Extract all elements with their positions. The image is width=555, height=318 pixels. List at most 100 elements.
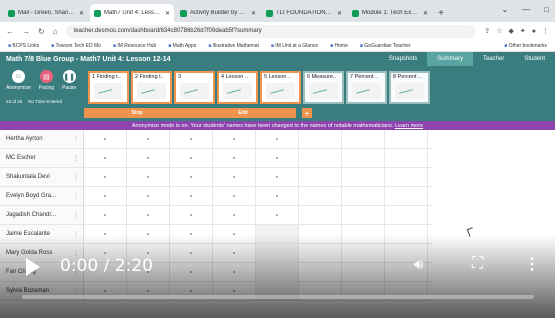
home-icon[interactable]: ⌂ [53, 27, 58, 36]
bookmark-item[interactable]: Illustrative Mathemat [208, 43, 259, 49]
video-progress-bar[interactable] [22, 295, 534, 299]
close-icon[interactable]: ✕ [165, 10, 170, 17]
progress-cell[interactable] [385, 168, 428, 186]
puzzle-icon[interactable]: ✦ [520, 27, 526, 35]
tab-teacher[interactable]: Teacher [473, 52, 514, 66]
minimize-icon[interactable]: — [522, 5, 530, 14]
progress-cell[interactable] [299, 206, 342, 224]
extension-icon[interactable]: ◆ [509, 27, 514, 35]
screen-card[interactable]: 1 Finding t.. [88, 71, 129, 104]
progress-cell[interactable] [213, 187, 256, 205]
progress-cell[interactable] [256, 149, 299, 167]
progress-cell[interactable] [170, 149, 213, 167]
progress-cell[interactable] [342, 187, 385, 205]
progress-cell[interactable] [342, 206, 385, 224]
bookmark-item[interactable]: Home [330, 43, 348, 49]
close-icon[interactable]: ✕ [423, 10, 428, 17]
back-icon[interactable]: ← [6, 27, 14, 36]
progress-cell[interactable] [170, 130, 213, 148]
progress-cell[interactable] [256, 187, 299, 205]
progress-cell[interactable] [127, 168, 170, 186]
bookmark-item[interactable]: Towson Tech ED Mo [51, 43, 100, 49]
progress-cell[interactable] [342, 149, 385, 167]
progress-cell[interactable] [385, 206, 428, 224]
screen-card[interactable]: 4 Lesson .. [217, 71, 258, 104]
progress-cell[interactable] [127, 130, 170, 148]
progress-cell[interactable] [213, 168, 256, 186]
screen-card[interactable]: 8 Percent .. [389, 71, 430, 104]
progress-cell[interactable] [213, 206, 256, 224]
learn-more-link[interactable]: Learn more [395, 123, 423, 129]
bookmark-item[interactable]: IM Unit at a Glance [271, 43, 318, 49]
tab-snapshots[interactable]: Snapshots [379, 52, 427, 66]
browser-tab[interactable]: Mail - Green, Shantel M ✕ [4, 4, 88, 22]
other-bookmarks[interactable]: Other bookmarks [504, 43, 547, 49]
bookmark-item[interactable]: GoGuardian Teacher [360, 43, 410, 49]
progress-cell[interactable] [84, 149, 127, 167]
progress-cell[interactable] [213, 130, 256, 148]
progress-cell[interactable] [299, 130, 342, 148]
browser-tab[interactable]: Activity Builder by Desm✕ [176, 4, 260, 22]
progress-cell[interactable] [385, 130, 428, 148]
progress-cell[interactable] [342, 130, 385, 148]
bookmark-item[interactable]: BCPS Links [8, 43, 39, 49]
forward-icon[interactable]: → [22, 27, 30, 36]
progress-cell[interactable] [127, 206, 170, 224]
progress-cell[interactable] [385, 187, 428, 205]
row-menu-icon[interactable]: ⋮ [73, 193, 79, 200]
progress-cell[interactable] [299, 149, 342, 167]
tab-summary[interactable]: Summary [427, 52, 473, 66]
pause-button[interactable]: ❚❚ Pause [62, 70, 76, 91]
row-menu-icon[interactable]: ⋮ [73, 174, 79, 181]
stop-button[interactable]: Stop [84, 110, 190, 116]
screen-card[interactable]: 5 Lesson .. [260, 71, 301, 104]
progress-cell[interactable] [170, 187, 213, 205]
browser-tab-active[interactable]: Math7 Unit 4: Lesson 12-✕ [90, 4, 174, 22]
progress-cell[interactable] [256, 130, 299, 148]
screen-card[interactable]: 6 Measure.. [303, 71, 344, 104]
screen-card[interactable]: 7 Percent .. [346, 71, 387, 104]
fullscreen-icon[interactable]: ⛶ [472, 255, 483, 273]
star-icon[interactable]: ☆ [496, 27, 502, 35]
progress-cell[interactable] [213, 149, 256, 167]
progress-cell[interactable] [127, 149, 170, 167]
bookmark-item[interactable]: Math Apps [168, 43, 197, 49]
progress-cell[interactable] [84, 206, 127, 224]
activity-title[interactable]: Math 7/8 Blue Group - Math7 Unit 4: Less… [6, 56, 171, 63]
close-icon[interactable]: ✕ [337, 10, 342, 17]
screen-card[interactable]: 2 Finding t.. [131, 71, 172, 104]
student-name[interactable]: Jagadish Chandr... ⋮ [0, 206, 84, 224]
student-name[interactable]: Evelyn Boyd Gra... ⋮ [0, 187, 84, 205]
student-name[interactable]: MC Escher ⋮ [0, 149, 84, 167]
maximize-icon[interactable]: □ [544, 5, 549, 14]
row-menu-icon[interactable]: ⋮ [73, 155, 79, 162]
progress-cell[interactable] [84, 130, 127, 148]
edit-button[interactable]: Edit [190, 110, 296, 116]
progress-cell[interactable] [256, 168, 299, 186]
chevron-down-icon[interactable]: ⌄ [501, 5, 508, 14]
row-menu-icon[interactable]: ⋮ [73, 212, 79, 219]
progress-cell[interactable] [170, 168, 213, 186]
progress-cell[interactable] [342, 168, 385, 186]
progress-cell[interactable] [256, 206, 299, 224]
progress-cell[interactable] [84, 168, 127, 186]
new-tab-button[interactable]: + [434, 4, 448, 22]
menu-icon[interactable]: ⋮ [542, 27, 549, 35]
volume-icon[interactable]: 🔊︎ [414, 256, 423, 273]
play-icon[interactable] [26, 258, 40, 276]
progress-cell[interactable] [299, 187, 342, 205]
screen-card[interactable]: 3 [174, 71, 215, 104]
progress-cell[interactable] [385, 149, 428, 167]
progress-cell[interactable] [170, 206, 213, 224]
progress-cell[interactable] [84, 187, 127, 205]
browser-tab[interactable]: TLI FOUNDATIONS IN LI✕ [262, 4, 346, 22]
row-menu-icon[interactable]: ⋮ [73, 136, 79, 143]
pacing-button[interactable]: ▤ Pacing [39, 70, 54, 91]
close-icon[interactable]: ✕ [79, 10, 84, 17]
share-icon[interactable]: ⇪ [484, 27, 490, 35]
profile-icon[interactable]: ● [532, 28, 536, 35]
url-field[interactable]: teacher.desmos.com/dashboard/634c80786b2… [65, 24, 477, 38]
student-name[interactable]: Hertha Ayrton ⋮ [0, 130, 84, 148]
bookmark-item[interactable]: IM Resource Hub [113, 43, 156, 49]
tab-student[interactable]: Student [514, 52, 555, 66]
